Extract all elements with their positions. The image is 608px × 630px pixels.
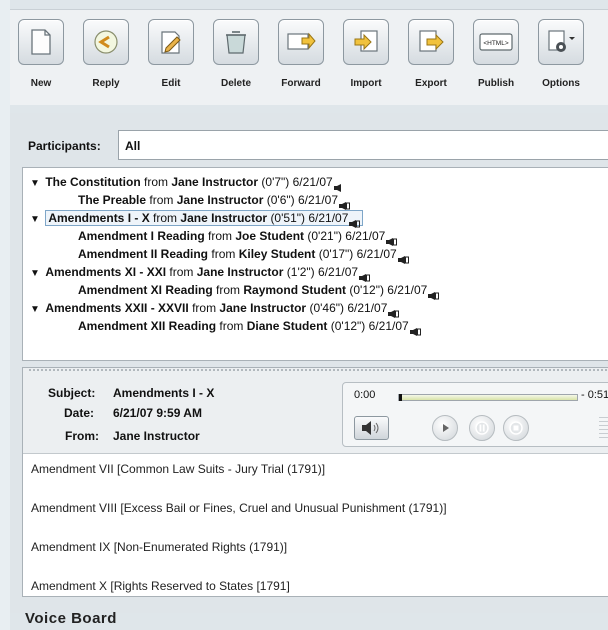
audio-icon [386,233,398,246]
export-button-label: Export [415,78,447,89]
current-time: 0:00 [354,389,376,401]
toolbar: New Reply Edit Delete Forward Import Exp… [10,9,608,105]
pause-icon [475,421,489,435]
publish-badge: <HTML> [483,40,508,47]
date-label: Date: [64,406,95,420]
audio-icon [428,287,440,300]
from-label: From: [65,429,99,443]
tree-item[interactable]: Amendment XI Reading from Raymond Studen… [78,281,440,300]
options-gear-icon [538,19,584,65]
remaining-time: - 0:51 [581,389,608,401]
subject-label: Subject: [48,386,96,400]
subject-value: Amendments I - X [113,386,215,400]
export-icon [408,19,454,65]
expand-arrow-icon[interactable]: ▼ [30,265,42,283]
progress-track[interactable] [398,394,578,401]
audio-icon [397,251,409,264]
selected-item[interactable]: Amendments I - X from Jane Instructor (0… [45,210,364,228]
audio-player: 0:00 - 0:51 [342,382,608,447]
left-border [0,0,10,630]
trash-icon [213,19,259,65]
forward-button-label: Forward [281,78,321,89]
publish-button[interactable]: <HTML> Publish [467,19,525,89]
play-icon [443,424,449,432]
edit-button[interactable]: Edit [142,19,200,89]
voice-board-app: New Reply Edit Delete Forward Import Exp… [0,0,608,630]
tree-item[interactable]: ▼ Amendments XI - XXI from Jane Instruct… [30,263,371,283]
expand-arrow-icon[interactable]: ▼ [30,175,42,193]
import-button-label: Import [350,78,382,89]
audio-icon [409,323,421,336]
reply-button[interactable]: Reply [77,19,135,89]
progress-knob[interactable] [399,394,402,401]
edit-pencil-icon [148,19,194,65]
date-value: 6/21/07 9:59 AM [113,406,202,420]
audio-icon [333,179,345,192]
message-tree: ▼ The Constitution from Jane Instructor … [22,167,608,361]
forward-button[interactable]: Forward [272,19,330,89]
pause-button[interactable] [469,415,495,441]
html-publish-icon: <HTML> [473,19,519,65]
audio-icon [359,269,371,282]
delete-button-label: Delete [220,78,251,89]
new-button-label: New [30,78,52,89]
splitter-handle[interactable] [29,369,607,375]
export-button[interactable]: Export [402,19,460,89]
new-document-icon [18,19,64,65]
play-button[interactable] [432,415,458,441]
delete-button[interactable]: Delete [207,19,265,89]
tree-item[interactable]: ▼ Amendments I - X from Jane Instructor … [30,209,364,229]
tree-item[interactable]: Amendment II Reading from Kiley Student … [78,245,409,264]
audio-icon [388,305,400,318]
reply-icon [83,19,129,65]
audio-icon [339,197,351,210]
volume-button[interactable] [354,416,389,440]
new-button[interactable]: New [12,19,70,89]
tree-item[interactable]: Amendment I Reading from Joe Student (0'… [78,227,398,246]
body-line: Amendment X [Rights Reserved to States [… [31,579,290,593]
tree-item[interactable]: Amendment XII Reading from Diane Student… [78,317,421,336]
body-line: Amendment VIII [Excess Bail or Fines, Cr… [31,501,447,515]
resize-grip-icon[interactable] [599,417,608,439]
audio-icon [349,215,361,228]
body-line: Amendment VII [Common Law Suits - Jury T… [31,462,326,476]
body-line: Amendment IX [Non-Enumerated Rights (179… [31,540,288,554]
options-button[interactable]: Options [532,19,590,89]
from-value: Jane Instructor [113,429,200,443]
expand-arrow-icon[interactable]: ▼ [30,211,42,229]
import-button[interactable]: Import [337,19,395,89]
import-icon [343,19,389,65]
speaker-icon [362,421,379,435]
participants-field[interactable]: All [118,130,608,160]
voice-board-title: Voice Board [25,610,117,627]
edit-button-label: Edit [161,78,181,89]
message-view: Subject: Amendments I - X Date: 6/21/07 … [22,367,608,597]
tree-item[interactable]: The Preable from Jane Instructor (0'6") … [78,191,351,210]
tree-item[interactable]: ▼ The Constitution from Jane Instructor … [30,173,345,193]
options-button-label: Options [542,78,580,89]
stop-icon [509,421,523,435]
expand-arrow-icon[interactable]: ▼ [30,301,42,319]
reply-button-label: Reply [92,78,120,89]
message-header: Subject: Amendments I - X Date: 6/21/07 … [23,368,608,454]
stop-button[interactable] [503,415,529,441]
forward-icon [278,19,324,65]
publish-button-label: Publish [477,78,515,89]
participants-label: Participants: [28,139,101,153]
tree-item[interactable]: ▼ Amendments XXII - XXVII from Jane Inst… [30,299,400,319]
